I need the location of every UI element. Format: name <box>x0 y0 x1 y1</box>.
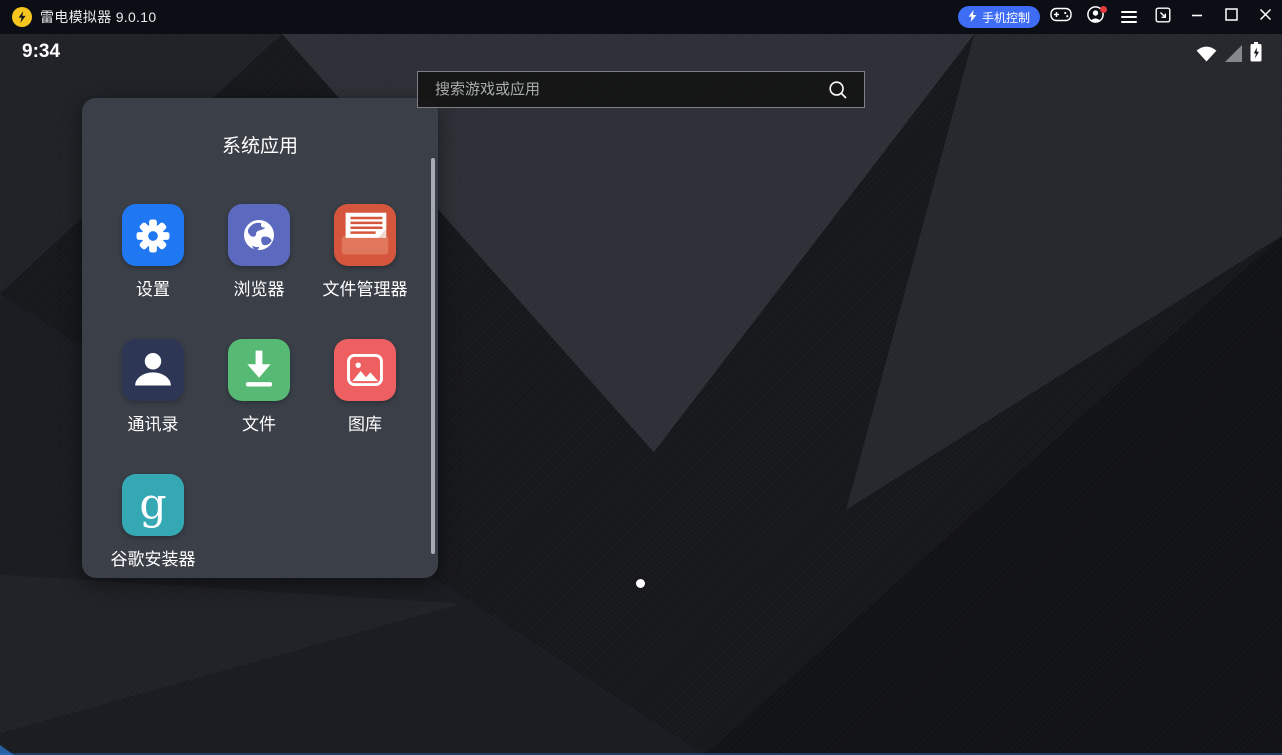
system-apps-panel: 系统应用 <box>82 98 438 578</box>
home-page-indicator-dot <box>636 579 645 588</box>
app-contacts[interactable]: 通讯录 <box>100 339 206 436</box>
emulator-window: 雷电模拟器 9.0.10 手机控制 <box>0 0 1282 755</box>
app-files[interactable]: 文件 <box>206 339 312 436</box>
app-label: 浏览器 <box>234 279 285 301</box>
download-icon <box>228 339 290 401</box>
apps-grid: 设置 浏览器 <box>82 204 438 571</box>
wifi-icon <box>1196 45 1217 67</box>
contacts-person-icon <box>122 339 184 401</box>
gear-icon <box>122 204 184 266</box>
app-browser[interactable]: 浏览器 <box>206 204 312 301</box>
gamepad-icon <box>1050 7 1072 27</box>
app-label: 图库 <box>348 414 382 436</box>
menu-icon <box>1121 11 1137 23</box>
titlebar: 雷电模拟器 9.0.10 手机控制 <box>0 0 1282 34</box>
close-icon <box>1259 8 1272 26</box>
gamepad-button[interactable] <box>1044 0 1078 34</box>
status-time: 9:34 <box>22 41 60 63</box>
app-label: 文件 <box>242 414 276 436</box>
app-settings[interactable]: 设置 <box>100 204 206 301</box>
notification-dot <box>1100 6 1107 13</box>
app-label: 通讯录 <box>128 414 179 436</box>
signal-icon <box>1225 45 1242 67</box>
app-file-manager[interactable]: 文件管理器 <box>312 204 418 301</box>
close-button[interactable] <box>1248 0 1282 34</box>
globe-icon <box>228 204 290 266</box>
minimize-button[interactable] <box>1180 0 1214 34</box>
g-letter: g <box>139 480 166 530</box>
status-icons <box>1196 42 1262 67</box>
window-title: 雷电模拟器 9.0.10 <box>40 7 156 27</box>
file-manager-icon <box>334 204 396 266</box>
app-label: 文件管理器 <box>323 279 408 301</box>
google-g-icon: g <box>122 474 184 536</box>
maximize-icon <box>1225 8 1238 26</box>
titlebar-controls: 手机控制 <box>958 0 1282 34</box>
panel-scrollbar[interactable] <box>431 158 435 554</box>
ldplayer-logo-icon <box>12 7 32 27</box>
battery-charging-icon <box>1250 42 1262 67</box>
support-button[interactable] <box>1078 0 1112 34</box>
titlebar-left: 雷电模拟器 9.0.10 <box>0 7 156 27</box>
app-gallery[interactable]: 图库 <box>312 339 418 436</box>
maximize-button[interactable] <box>1214 0 1248 34</box>
panel-title: 系统应用 <box>82 98 438 158</box>
search-input[interactable] <box>418 81 828 98</box>
lightning-icon <box>968 10 977 25</box>
app-google-installer[interactable]: g 谷歌安装器 <box>100 474 206 571</box>
gallery-icon <box>334 339 396 401</box>
menu-button[interactable] <box>1112 0 1146 34</box>
search-bar[interactable] <box>417 71 865 108</box>
resize-icon <box>1155 7 1171 28</box>
search-icon[interactable] <box>828 80 848 100</box>
app-label: 设置 <box>136 279 170 301</box>
android-screen: 9:34 <box>0 34 1282 755</box>
app-label: 谷歌安装器 <box>111 549 196 571</box>
resize-window-button[interactable] <box>1146 0 1180 34</box>
phone-control-label: 手机控制 <box>982 9 1030 26</box>
minimize-icon <box>1191 8 1203 26</box>
phone-control-button[interactable]: 手机控制 <box>958 6 1040 28</box>
